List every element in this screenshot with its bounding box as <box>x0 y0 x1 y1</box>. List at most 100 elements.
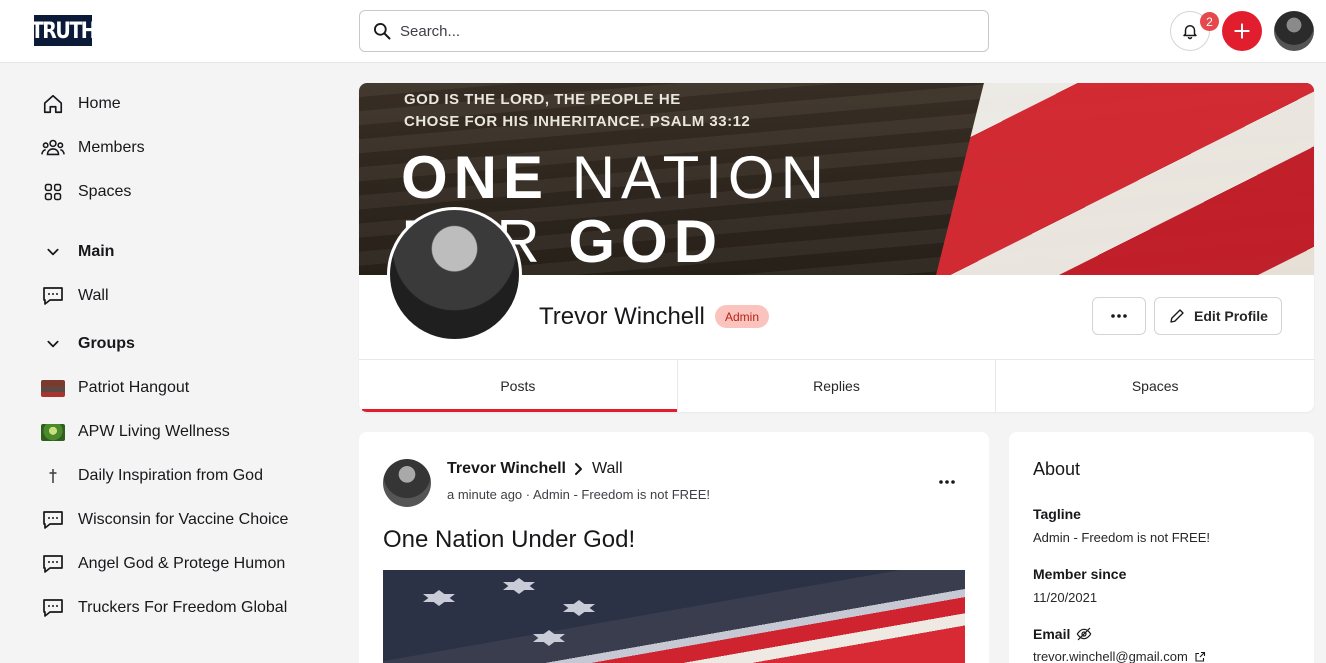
member-since-label: Member since <box>1033 566 1126 582</box>
cover-verse-line2: CHOSE FOR HIS INHERITANCE. PSALM 33:12 <box>404 113 751 130</box>
email-link[interactable]: trevor.winchell@gmail.com <box>1033 649 1188 663</box>
sidebar-item-angel-god[interactable]: Angel God & Protege Humon <box>41 549 285 579</box>
section-groups-toggle[interactable]: Groups <box>41 329 135 359</box>
profile-name: Trevor Winchell <box>539 303 705 330</box>
post-author-name[interactable]: Trevor Winchell <box>447 460 566 478</box>
tagline-value: Admin - Freedom is not FREE! <box>1033 530 1210 545</box>
group-thumbnail <box>41 420 65 444</box>
about-card: About Tagline Admin - Freedom is not FRE… <box>1009 432 1314 663</box>
post-author-avatar[interactable] <box>383 459 431 507</box>
sidebar-item-label: Truckers For Freedom Global <box>78 599 288 616</box>
post-more-button[interactable] <box>929 470 965 494</box>
flag-star <box>423 590 455 606</box>
sidebar-item-label: Patriot Hangout <box>78 379 190 396</box>
cross-icon <box>41 464 65 488</box>
top-bar: TRUTH 2 <box>0 0 1326 63</box>
member-since-value: 11/20/2021 <box>1033 590 1098 605</box>
cover-headline-1: ONE NATION <box>401 143 830 213</box>
more-horizontal-icon <box>939 480 955 484</box>
members-icon <box>41 136 65 160</box>
sidebar-item-label: Wall <box>78 287 109 304</box>
sidebar-item-label: Daily Inspiration from God <box>78 467 263 484</box>
cover-verse: GOD IS THE LORD, THE PEOPLE HE CHOSE FOR… <box>404 89 750 133</box>
search-input[interactable] <box>400 22 960 40</box>
post-card: Trevor Winchell Wall a minute ago · Admi… <box>359 432 989 663</box>
tab-spaces[interactable]: Spaces <box>996 360 1314 412</box>
sidebar-item-wisconsin-vaccine-choice[interactable]: Wisconsin for Vaccine Choice <box>41 505 288 535</box>
cover-headline-bold: ONE <box>401 144 550 211</box>
profile-avatar[interactable] <box>387 207 522 342</box>
sidebar-item-members[interactable]: Members <box>41 133 145 163</box>
sidebar-item-wall[interactable]: Wall <box>41 281 109 311</box>
profile-tabs: Posts Replies Spaces <box>359 359 1314 412</box>
tagline-label-text: Tagline <box>1033 506 1081 522</box>
cover-verse-line1: GOD IS THE LORD, THE PEOPLE HE <box>404 91 681 108</box>
group-thumbnail <box>41 376 65 400</box>
tab-label: Posts <box>500 378 536 394</box>
sidebar-item-patriot-hangout[interactable]: Patriot Hangout <box>41 373 189 403</box>
more-horizontal-icon <box>1111 314 1127 318</box>
email-label: Email <box>1033 626 1092 642</box>
chevron-down-icon <box>41 332 65 356</box>
cover-headline-rest: NATION <box>549 144 830 211</box>
notification-count-badge: 2 <box>1200 12 1219 31</box>
external-link-icon <box>1195 651 1205 662</box>
logo-text: TRUTH <box>30 17 97 44</box>
chevron-right-icon <box>574 462 584 476</box>
section-main-label: Main <box>78 243 115 260</box>
chevron-down-icon <box>41 240 65 264</box>
tab-label: Spaces <box>1131 378 1179 394</box>
profile-card: GOD IS THE LORD, THE PEOPLE HE CHOSE FOR… <box>359 83 1314 412</box>
post-header: Trevor Winchell Wall <box>447 460 623 478</box>
tagline-label: Tagline <box>1033 506 1081 522</box>
post-image[interactable] <box>383 570 965 663</box>
chat-icon <box>41 508 65 532</box>
sidebar-item-spaces[interactable]: Spaces <box>41 177 131 207</box>
search-box[interactable] <box>359 10 989 52</box>
bell-icon <box>1183 25 1197 40</box>
pencil-icon <box>1170 309 1184 323</box>
sidebar-item-home[interactable]: Home <box>41 89 121 119</box>
sidebar-item-daily-inspiration[interactable]: Daily Inspiration from God <box>41 461 263 491</box>
post-meta: a minute ago · Admin - Freedom is not FR… <box>447 487 710 502</box>
cover-flag <box>924 83 1314 275</box>
user-avatar[interactable] <box>1274 11 1314 51</box>
sidebar-item-label: Spaces <box>78 183 132 200</box>
sidebar-item-label: APW Living Wellness <box>78 423 230 440</box>
about-title: About <box>1033 459 1081 479</box>
edit-profile-label: Edit Profile <box>1194 308 1268 324</box>
sidebar-item-label: Wisconsin for Vaccine Choice <box>78 511 289 528</box>
chat-icon <box>41 552 65 576</box>
search-icon <box>374 23 391 40</box>
tab-label: Replies <box>813 378 860 394</box>
truth-logo[interactable]: TRUTH <box>30 15 97 46</box>
sidebar-item-apw-living-wellness[interactable]: APW Living Wellness <box>41 417 230 447</box>
sidebar-item-label: Home <box>78 95 121 112</box>
tab-replies[interactable]: Replies <box>678 360 997 412</box>
flag-star <box>503 578 535 594</box>
email-value[interactable]: trevor.winchell@gmail.com <box>1033 649 1206 663</box>
member-since-label-text: Member since <box>1033 566 1127 582</box>
section-groups-label: Groups <box>78 335 135 352</box>
edit-profile-button[interactable]: Edit Profile <box>1154 297 1282 335</box>
email-label-text: Email <box>1033 626 1071 642</box>
sidebar: Home Members Spaces Main Wall Groups Pat… <box>0 64 340 663</box>
tab-posts[interactable]: Posts <box>359 360 678 412</box>
chat-icon <box>41 284 65 308</box>
sidebar-item-label: Members <box>78 139 145 156</box>
create-button[interactable] <box>1222 11 1262 51</box>
sidebar-item-truckers-for-freedom[interactable]: Truckers For Freedom Global <box>41 593 287 623</box>
plus-icon <box>1234 23 1250 39</box>
role-badge: Admin <box>715 305 770 328</box>
post-title: One Nation Under God! <box>383 526 636 553</box>
section-main-toggle[interactable]: Main <box>41 237 114 267</box>
post-destination-link[interactable]: Wall <box>592 460 623 478</box>
home-icon <box>41 92 65 116</box>
eye-off-icon <box>1077 627 1092 641</box>
sidebar-item-label: Angel God & Protege Humon <box>78 555 286 572</box>
flag-star <box>563 600 595 616</box>
profile-more-button[interactable] <box>1092 297 1146 335</box>
cover-headline-bold: GOD <box>568 208 724 275</box>
chat-icon <box>41 596 65 620</box>
spaces-icon <box>41 180 65 204</box>
